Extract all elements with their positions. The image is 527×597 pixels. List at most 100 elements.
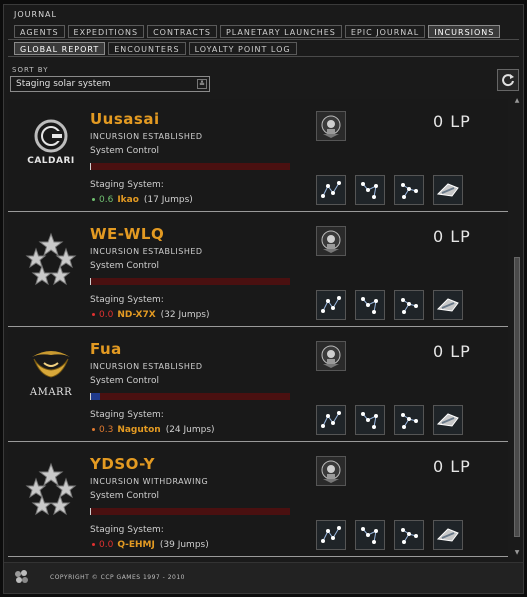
sansha-commander-icon[interactable]	[316, 341, 346, 371]
security-dot	[92, 542, 95, 546]
system-control-bar	[90, 393, 290, 400]
constellation-site-icon[interactable]	[394, 175, 424, 205]
tab-planetary-launches[interactable]: PLANETARY LAUNCHES	[219, 25, 342, 38]
incursion-status: INCURSION WITHDRAWING	[90, 477, 209, 486]
system-control-bar	[90, 278, 290, 285]
vertical-scrollbar[interactable]: ▲ ▼	[513, 97, 521, 557]
sansha-commander-icon[interactable]	[316, 111, 346, 141]
constellation-site-icon[interactable]	[355, 290, 385, 320]
tab-incursions[interactable]: INCURSIONS	[428, 25, 501, 38]
copyright-text: COPYRIGHT © CCP GAMES 1997 - 2010	[50, 574, 186, 581]
tab-agents[interactable]: AGENTS	[14, 25, 65, 38]
jump-count: (32 Jumps)	[160, 310, 210, 320]
tab-loyalty-point-log[interactable]: LOYALTY POINT LOG	[188, 42, 297, 55]
system-control-bar	[90, 163, 290, 170]
site-icons	[316, 175, 463, 205]
site-icons	[316, 290, 463, 320]
system-name[interactable]: YDSO-Y	[90, 455, 155, 473]
system-name[interactable]: Fua	[90, 340, 122, 358]
staging-system-link[interactable]: Naguton	[117, 425, 160, 435]
constellation-site-icon[interactable]	[394, 520, 424, 550]
constellation-site-icon[interactable]	[355, 405, 385, 435]
jump-count: (17 Jumps)	[143, 195, 193, 205]
scroll-up-arrow-icon[interactable]: ▲	[513, 97, 521, 105]
incursion-status: INCURSION ESTABLISHED	[90, 362, 203, 371]
constellation-site-icon[interactable]	[355, 520, 385, 550]
constellation-site-icon[interactable]	[316, 405, 346, 435]
constellation-site-icon[interactable]	[394, 405, 424, 435]
staging-detail: 0.0 ND-X7X (32 Jumps)	[90, 310, 210, 320]
incursion-item-uusasai[interactable]: CALDARI Uusasai INCURSION ESTABLISHED Sy…	[8, 99, 508, 212]
system-control-label: System Control	[90, 146, 159, 156]
security-dot	[92, 197, 95, 201]
security-status: 0.6	[99, 195, 114, 205]
staging-system-link[interactable]: Ikao	[117, 195, 139, 205]
tab-expeditions[interactable]: EXPEDITIONS	[67, 25, 145, 38]
system-control-bar	[90, 508, 290, 515]
amarr-logo: AMARR	[22, 343, 80, 407]
tab-contracts[interactable]: CONTRACTS	[147, 25, 217, 38]
constellation-site-icon[interactable]	[316, 520, 346, 550]
security-status: 0.0	[99, 540, 114, 550]
constellation-site-icon[interactable]	[316, 175, 346, 205]
influence-tick	[90, 163, 91, 170]
constellation-site-icon[interactable]	[394, 290, 424, 320]
sub-tabs: GLOBAL REPORT ENCOUNTERS LOYALTY POINT L…	[14, 42, 297, 55]
system-control-label: System Control	[90, 376, 159, 386]
staging-detail: 0.3 Naguton (24 Jumps)	[90, 425, 215, 435]
loyalty-points: 0 LP	[433, 112, 471, 131]
incursion-item-we-wlq[interactable]: WE-WLQ INCURSION ESTABLISHED System Cont…	[8, 214, 508, 327]
staging-system-link[interactable]: Q-EHMJ	[117, 540, 155, 550]
staging-system-link[interactable]: ND-X7X	[117, 310, 155, 320]
sansha-ship-icon[interactable]	[433, 175, 463, 205]
loyalty-points: 0 LP	[433, 457, 471, 476]
staging-detail: 0.0 Q-EHMJ (39 Jumps)	[90, 540, 209, 550]
security-status: 0.0	[99, 310, 114, 320]
staging-label: Staging System:	[90, 180, 164, 190]
constellation-site-icon[interactable]	[316, 290, 346, 320]
site-icons	[316, 405, 463, 435]
sort-by-label: SORT BY	[12, 66, 49, 74]
staging-label: Staging System:	[90, 295, 164, 305]
incursion-item-ydso-y[interactable]: YDSO-Y INCURSION WITHDRAWING System Cont…	[8, 444, 508, 557]
tab-epic-journal[interactable]: EPIC JOURNAL	[344, 25, 426, 38]
constellation-site-icon[interactable]	[355, 175, 385, 205]
refresh-icon	[502, 74, 514, 87]
tab-encounters[interactable]: ENCOUNTERS	[108, 42, 186, 55]
sansha-ship-icon[interactable]	[433, 290, 463, 320]
tab-global-report[interactable]: GLOBAL REPORT	[14, 42, 106, 55]
tab-divider	[8, 39, 519, 40]
incursion-status: INCURSION ESTABLISHED	[90, 132, 203, 141]
influence-tick	[90, 393, 91, 400]
loyalty-points: 0 LP	[433, 227, 471, 246]
sort-select[interactable]: Staging solar system ≚	[10, 76, 210, 92]
system-name[interactable]: WE-WLQ	[90, 225, 164, 243]
ccp-logo	[13, 569, 33, 587]
system-control-label: System Control	[90, 261, 159, 271]
scrollbar-thumb[interactable]	[514, 257, 520, 537]
staging-label: Staging System:	[90, 525, 164, 535]
scroll-down-arrow-icon[interactable]: ▼	[513, 549, 521, 557]
dropdown-arrow-icon[interactable]: ≚	[197, 79, 207, 89]
sansha-ship-icon[interactable]	[433, 520, 463, 550]
security-dot	[92, 312, 95, 316]
sort-select-value: Staging solar system	[16, 79, 111, 89]
incursion-item-fua[interactable]: AMARR Fua INCURSION ESTABLISHED System C…	[8, 329, 508, 442]
subtab-divider	[8, 56, 519, 57]
incursion-status: INCURSION ESTABLISHED	[90, 247, 203, 256]
system-control-label: System Control	[90, 491, 159, 501]
caldari-logo: CALDARI	[22, 113, 80, 177]
sansha-commander-icon[interactable]	[316, 456, 346, 486]
sansha-ship-icon[interactable]	[433, 405, 463, 435]
refresh-button[interactable]	[497, 69, 519, 91]
system-name[interactable]: Uusasai	[90, 110, 160, 128]
influence-fill	[90, 393, 100, 400]
staging-detail: 0.6 Ikao (17 Jumps)	[90, 195, 193, 205]
influence-tick	[90, 508, 91, 515]
journal-window: JOURNAL AGENTS EXPEDITIONS CONTRACTS PLA…	[3, 4, 524, 594]
jump-count: (39 Jumps)	[159, 540, 209, 550]
window-footer: COPYRIGHT © CCP GAMES 1997 - 2010	[4, 562, 523, 593]
sansha-commander-icon[interactable]	[316, 226, 346, 256]
window-title: JOURNAL	[14, 10, 57, 19]
staging-label: Staging System:	[90, 410, 164, 420]
